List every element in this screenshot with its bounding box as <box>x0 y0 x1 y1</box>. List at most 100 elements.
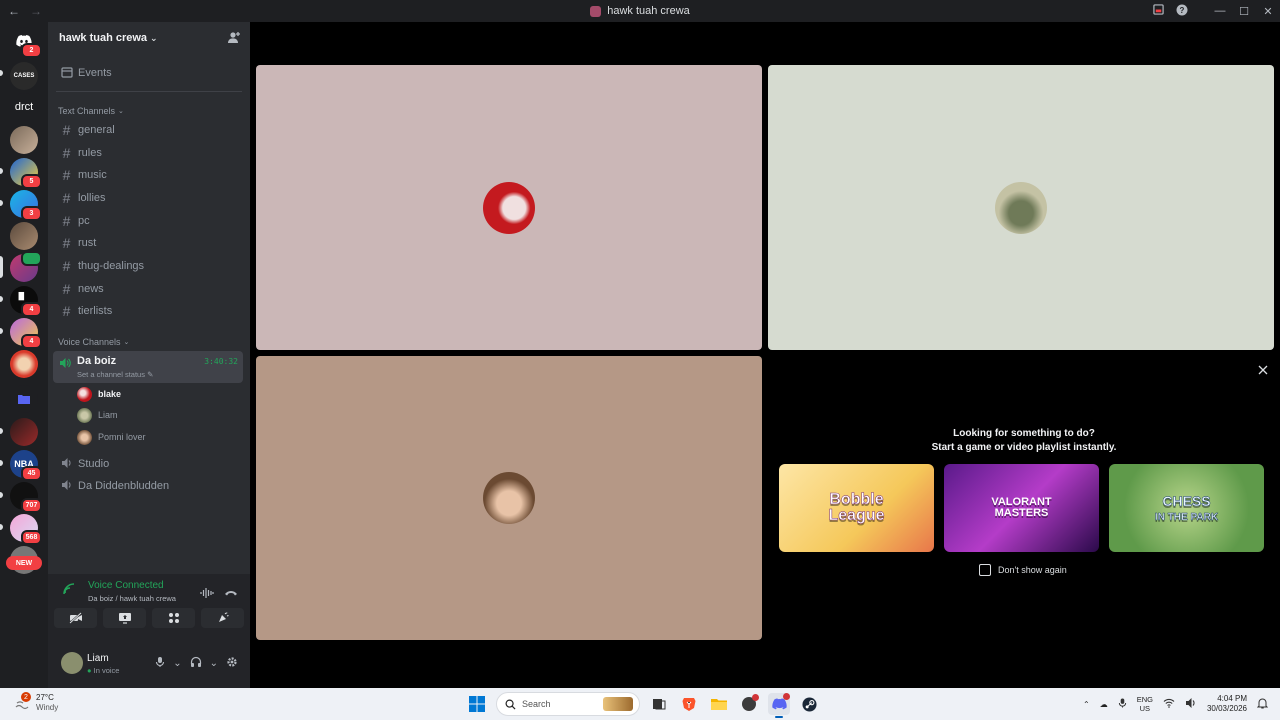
voice-channels-category[interactable]: Voice Channels ⌄ <box>58 337 129 347</box>
server-cases[interactable]: CASES <box>10 62 38 90</box>
show-hidden-icons-chevron-icon[interactable]: ⌃ <box>1083 700 1090 709</box>
pencil-icon: ✎ <box>147 370 154 379</box>
close-icon[interactable] <box>1257 363 1271 377</box>
activities-icon <box>168 613 179 623</box>
soundboard-button[interactable] <box>201 608 244 628</box>
help-icon[interactable]: ? <box>1170 4 1194 19</box>
channel-news[interactable]: # news <box>53 279 243 299</box>
task-view-button[interactable] <box>648 693 670 715</box>
microphone-icon[interactable] <box>155 656 165 671</box>
server-header[interactable]: hawk tuah crewa ⌄ <box>48 22 250 54</box>
channel-music[interactable]: # music <box>53 165 243 185</box>
camera-toggle-button[interactable] <box>54 608 97 628</box>
close-window-icon[interactable]: ✕ <box>1256 5 1280 18</box>
back-icon[interactable]: ← <box>8 4 20 18</box>
start-button[interactable] <box>466 693 488 715</box>
user-panel: Liam ● In voice ⌄ ⌄ <box>48 640 250 688</box>
channel-thug-dealings[interactable]: # thug-dealings <box>53 256 243 276</box>
maximize-icon[interactable]: ☐ <box>1232 5 1256 18</box>
events-link[interactable]: Events <box>53 63 243 83</box>
server-icon-16[interactable]: 568 <box>10 514 42 545</box>
server-rail: 2 CASES drct 5 3 ▘ 4 4 NBA 45 707 568 NE… <box>0 22 48 688</box>
unread-pill <box>0 428 3 434</box>
input-language[interactable]: ENG US <box>1137 695 1153 713</box>
voice-channel-studio[interactable]: Studio <box>53 454 243 474</box>
steam-app[interactable] <box>798 693 820 715</box>
voice-user-blake[interactable]: blake <box>77 385 121 403</box>
chrome-app[interactable] <box>738 693 760 715</box>
screen-share-button[interactable] <box>103 608 146 628</box>
forward-icon[interactable]: → <box>30 4 42 18</box>
channel-rust[interactable]: # rust <box>53 233 243 253</box>
text-channels-category[interactable]: Text Channels ⌄ <box>58 106 124 116</box>
speaker-icon <box>60 456 73 472</box>
server-icon-9[interactable]: ▘ 4 <box>10 286 42 317</box>
microphone-in-use-icon[interactable] <box>1118 697 1127 711</box>
user-avatar[interactable] <box>61 652 83 674</box>
server-icon-13[interactable] <box>10 418 38 446</box>
dont-show-again[interactable]: Don't show again <box>979 564 1067 576</box>
taskbar-search[interactable]: Search <box>496 692 640 716</box>
wifi-icon[interactable] <box>1163 698 1175 710</box>
voice-channel-da-diddenbludden[interactable]: Da Diddenbludden <box>53 476 243 496</box>
unread-pill <box>0 70 3 76</box>
channel-rules[interactable]: # rules <box>53 143 243 163</box>
server-icon-11[interactable] <box>10 350 38 378</box>
minimize-icon[interactable]: — <box>1208 5 1232 17</box>
channel-tierlists[interactable]: # tierlists <box>53 301 243 321</box>
channel-general[interactable]: # general <box>53 120 243 140</box>
server-folder[interactable] <box>10 385 38 413</box>
channel-pc[interactable]: # pc <box>53 211 243 231</box>
home-button[interactable]: 2 <box>10 27 42 58</box>
voice-user-pomni-lover[interactable]: Pomni lover <box>77 428 146 446</box>
voice-connected-status[interactable]: Voice Connected <box>88 580 164 591</box>
activities-button[interactable] <box>152 608 195 628</box>
cloud-sync-icon[interactable]: ☁ <box>1100 700 1108 709</box>
mic-options-chevron-icon[interactable]: ⌄ <box>173 658 181 669</box>
settings-gear-icon[interactable] <box>226 656 238 671</box>
voice-user-liam[interactable]: Liam <box>77 406 118 424</box>
inbox-icon[interactable] <box>1146 4 1170 18</box>
video-tile-pomni-lover[interactable] <box>256 356 762 640</box>
activity-card-bobble-league[interactable]: Bobble League <box>779 464 934 552</box>
weather-icon: 2 <box>14 692 31 711</box>
discord-logo-icon <box>771 698 787 710</box>
server-icon-4[interactable] <box>10 126 38 154</box>
clock-time: 4:04 PM <box>1217 694 1247 703</box>
voice-location[interactable]: Da boiz / hawk tuah crewa <box>88 594 176 603</box>
server-icon-10[interactable]: 4 <box>10 318 42 349</box>
server-icon-6[interactable]: 3 <box>10 190 42 221</box>
file-explorer-app[interactable] <box>708 693 730 715</box>
voice-channel-name: Da boiz <box>77 355 117 367</box>
folder-icon <box>711 699 727 710</box>
notifications-bell-icon[interactable] <box>1256 697 1269 711</box>
add-member-icon[interactable] <box>227 31 241 45</box>
discord-taskbar-app[interactable] <box>768 693 790 718</box>
channel-status-prompt[interactable]: Set a channel status ✎ <box>77 370 153 379</box>
weather-widget[interactable]: 2 27°C Windy <box>14 692 58 713</box>
disconnect-icon[interactable] <box>224 586 238 604</box>
clock[interactable]: 4:04 PM 30/03/2026 <box>1207 694 1247 714</box>
voice-channel-da-boiz[interactable]: Da boiz Set a channel status ✎ 3:40:32 <box>53 351 243 383</box>
activity-card-valorant-masters[interactable]: VALORANT MASTERS <box>944 464 1099 552</box>
signal-icon[interactable] <box>62 582 78 598</box>
volume-icon[interactable] <box>1185 697 1197 711</box>
server-nba[interactable]: NBA 45 <box>10 450 42 481</box>
noise-suppression-icon[interactable] <box>200 586 214 604</box>
server-icon-8[interactable] <box>10 251 42 282</box>
video-tile-blake[interactable] <box>256 65 762 350</box>
channel-lollies[interactable]: # lollies <box>53 188 243 208</box>
username[interactable]: Liam <box>87 653 109 664</box>
server-icon-7[interactable] <box>10 222 38 250</box>
headphones-icon[interactable] <box>190 656 202 671</box>
audio-options-chevron-icon[interactable]: ⌄ <box>210 658 218 669</box>
speaker-icon <box>60 478 73 494</box>
brave-browser-app[interactable] <box>678 693 700 715</box>
server-drct[interactable]: drct <box>10 93 38 121</box>
participant-avatar <box>483 181 535 234</box>
dont-show-again-checkbox[interactable] <box>979 564 991 576</box>
server-icon-15[interactable]: 707 <box>10 482 42 513</box>
video-tile-liam[interactable] <box>768 65 1274 350</box>
server-icon-5[interactable]: 5 <box>10 158 42 189</box>
activity-card-chess-in-the-park[interactable]: CHESS IN THE PARK <box>1109 464 1264 552</box>
